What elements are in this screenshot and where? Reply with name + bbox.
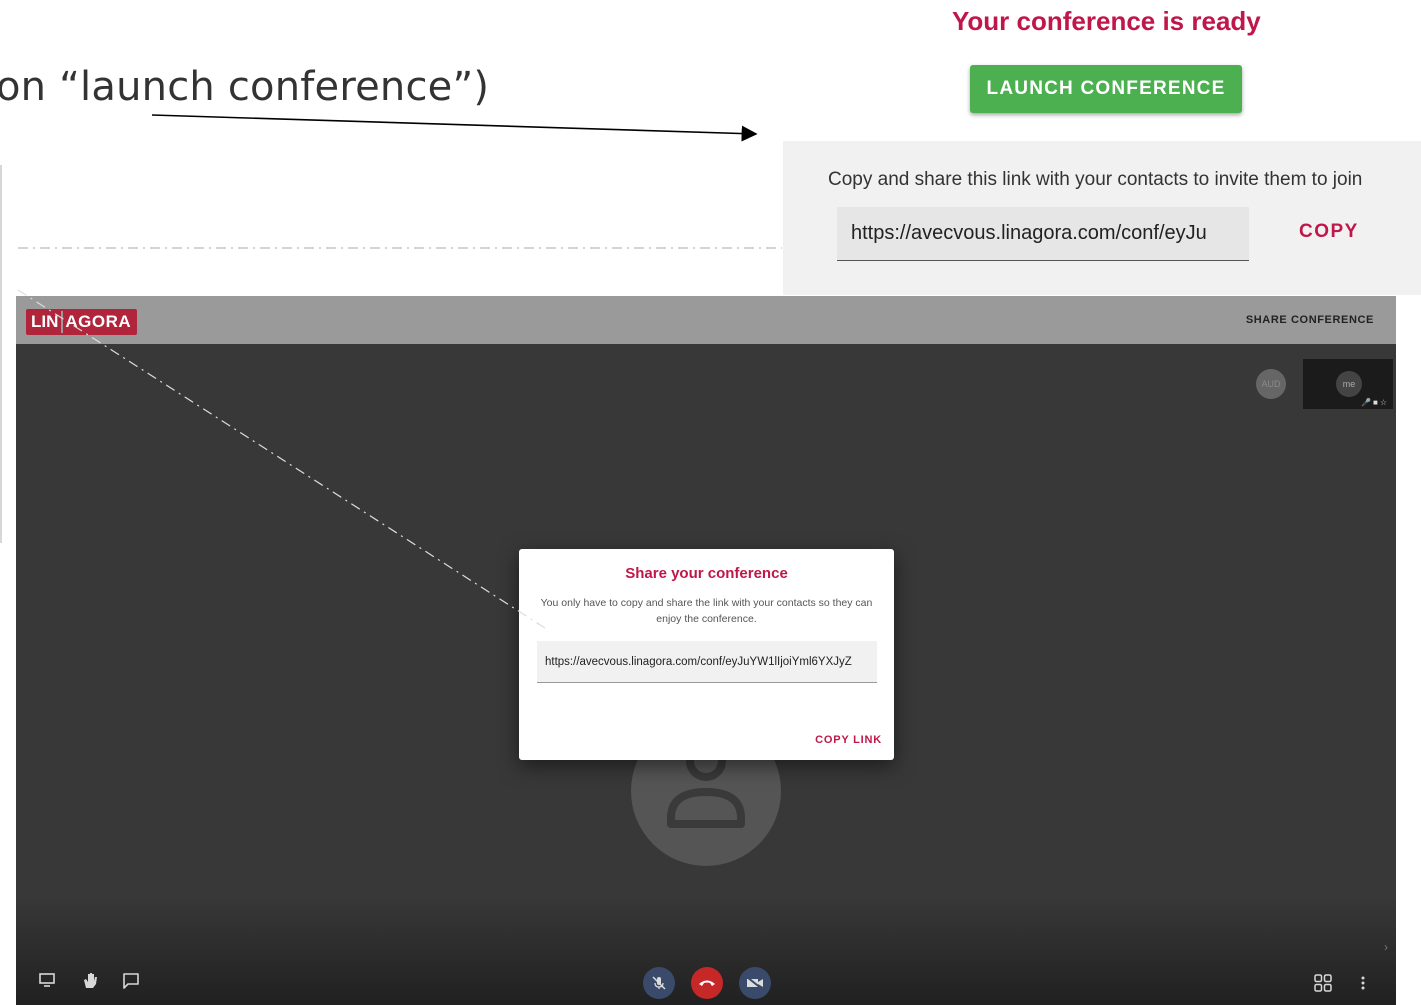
annotation-arrow [151, 114, 758, 142]
annotation-dashed-diagonal [17, 289, 546, 629]
annotation-overlay [17, 114, 782, 629]
